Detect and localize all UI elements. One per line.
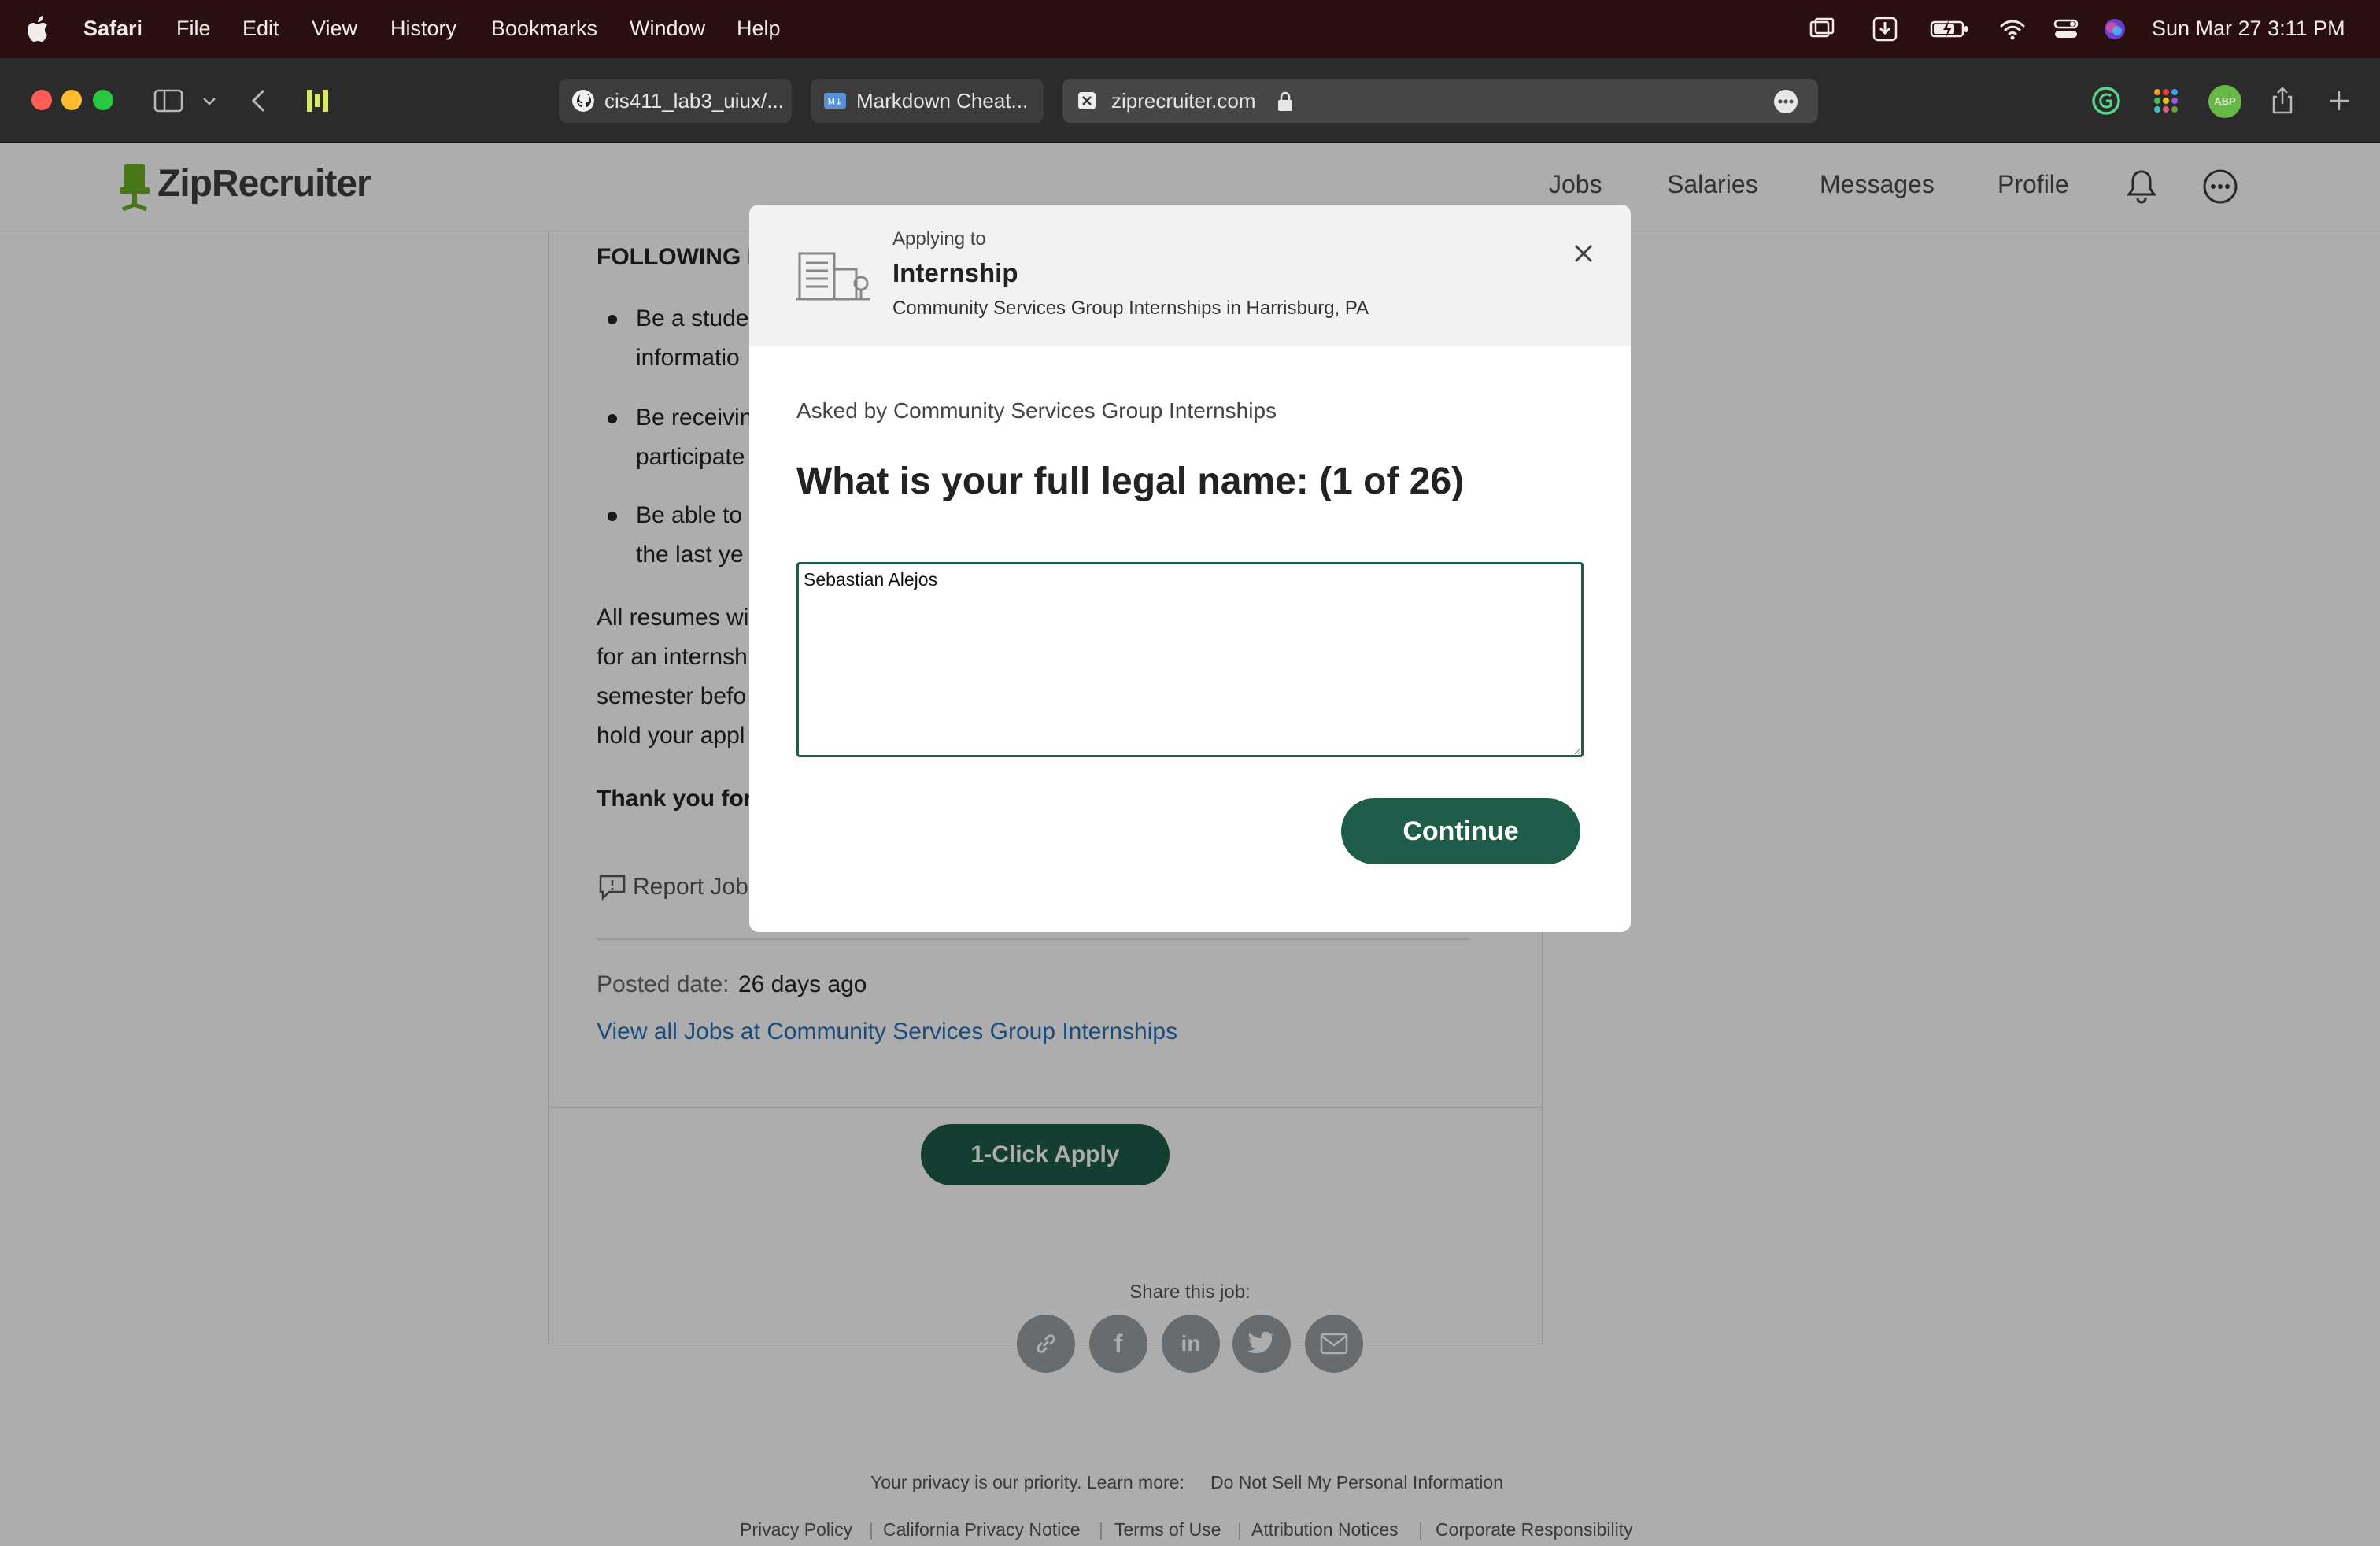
github-icon (572, 90, 594, 112)
modal-header: Applying to Internship Community Service… (749, 205, 1631, 346)
markdown-icon: M↓ (824, 93, 846, 109)
tab-markdown[interactable]: M↓ Markdown Cheat... (811, 79, 1044, 123)
question-heading: What is your full legal name: (1 of 26) (796, 460, 1465, 502)
minimize-window-button[interactable] (61, 90, 82, 110)
apps-grid-icon[interactable] (2150, 85, 2182, 117)
control-center-icon[interactable] (2053, 16, 2079, 43)
asked-by-text: Asked by Community Services Group Intern… (796, 398, 1277, 423)
more-options-icon[interactable] (1772, 88, 1799, 115)
adblock-plus-icon[interactable]: ABP (2208, 85, 2241, 118)
applying-to-label: Applying to (893, 228, 986, 250)
web-page: ZipRecruiter Jobs Salaries Messages Prof… (0, 143, 2380, 1546)
tab-github[interactable]: cis411_lab3_uiux/... (559, 79, 792, 123)
screen-mirroring-icon[interactable] (1809, 16, 1835, 43)
menu-clock[interactable]: Sun Mar 27 3:11 PM (2152, 0, 2345, 58)
menu-history[interactable]: History (390, 0, 456, 58)
application-modal: Applying to Internship Community Service… (749, 205, 1631, 932)
job-title: Internship (893, 258, 1018, 287)
wifi-icon[interactable] (1999, 16, 2026, 43)
tab-label: cis411_lab3_uiux/... (604, 89, 784, 113)
continue-button[interactable]: Continue (1341, 798, 1580, 864)
back-icon[interactable] (247, 85, 271, 117)
company-location: Community Services Group Internships in … (893, 298, 1369, 319)
close-modal-icon[interactable] (1569, 239, 1598, 268)
grammarly-icon[interactable] (2090, 85, 2122, 117)
menu-app-name[interactable]: Safari (83, 0, 142, 58)
menu-window[interactable]: Window (630, 0, 705, 58)
browser-toolbar: cis411_lab3_uiux/... M↓ Markdown Cheat..… (0, 58, 2380, 143)
tab-ziprecruiter-active[interactable]: ziprecruiter.com (1062, 79, 1818, 123)
chevron-down-icon[interactable] (200, 85, 219, 117)
lock-icon (1278, 91, 1292, 111)
macos-menu-bar: Safari File Edit View History Bookmarks … (0, 0, 2380, 58)
new-tab-icon[interactable] (2323, 85, 2355, 117)
zoom-window-button[interactable] (93, 90, 113, 110)
menu-help[interactable]: Help (737, 0, 781, 58)
battery-icon[interactable] (1930, 16, 1969, 43)
menu-bookmarks[interactable]: Bookmarks (491, 0, 597, 58)
share-icon[interactable] (2267, 85, 2298, 117)
extension-icon[interactable] (302, 85, 334, 117)
apple-menu-icon[interactable] (27, 14, 54, 44)
ziprecruiter-favicon (1078, 92, 1096, 109)
close-window-button[interactable] (31, 90, 52, 110)
full-legal-name-input[interactable]: Sebastian Alejos (796, 562, 1584, 757)
siri-icon[interactable] (2101, 16, 2128, 43)
address-bar-url[interactable]: ziprecruiter.com (1111, 79, 1256, 123)
company-building-icon (796, 252, 870, 301)
menu-edit[interactable]: Edit (242, 0, 279, 58)
svg-text:M↓: M↓ (828, 97, 843, 107)
download-status-icon[interactable] (1872, 16, 1898, 43)
tab-label: Markdown Cheat... (856, 89, 1029, 113)
adblock-badge-label: ABP (2214, 95, 2236, 107)
menu-view[interactable]: View (312, 0, 357, 58)
menu-file[interactable]: File (176, 0, 211, 58)
sidebar-toggle-icon[interactable] (153, 85, 184, 117)
